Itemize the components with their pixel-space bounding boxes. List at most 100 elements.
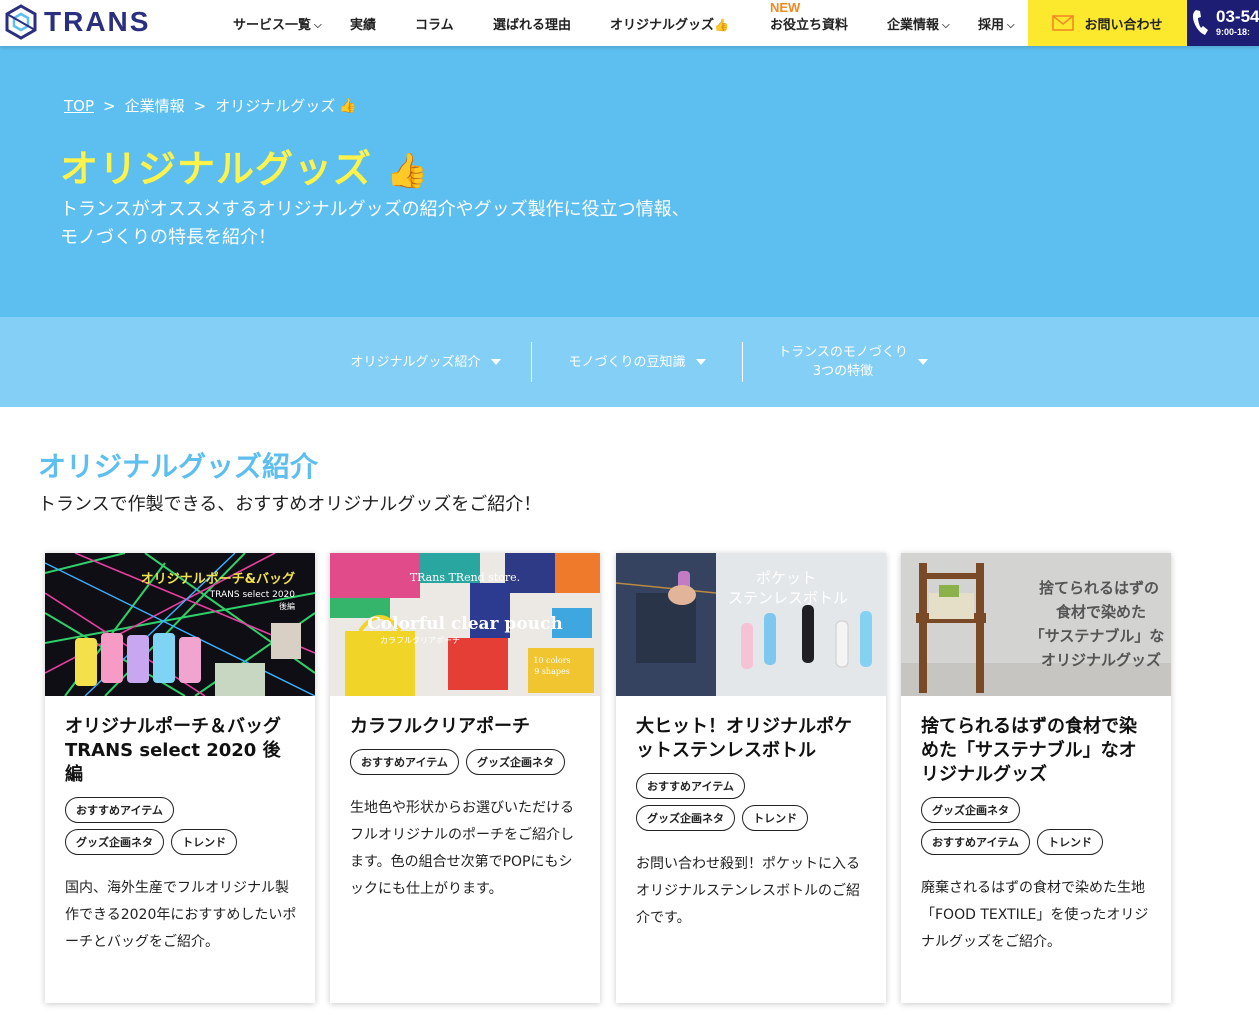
tag-pill[interactable]: トレンド [742,805,809,831]
subnav-label: モノづくりの豆知識 [568,354,686,370]
sustainable-goods-photo: 捨てられるはずの 食材で染めた 「サステナブル」な オリジナルグッズ [901,553,1171,696]
tag-pill[interactable]: おすすめアイテム [65,797,174,823]
subnav-label-line: トランスのモノづくり [778,345,908,360]
phone-hours: 9:00-18: [1216,27,1251,37]
contact-button[interactable]: お問い合わせ [1028,0,1187,46]
image-caption: TRANS select 2020 [209,590,296,600]
phone-icon [1192,10,1208,35]
nav-original-goods-label: オリジナルグッズ [610,18,715,33]
goods-card[interactable]: 捨てられるはずの 食材で染めた 「サステナブル」な オリジナルグッズ 捨てられる… [901,553,1171,1003]
page-title: オリジナルグッズ 👍 [60,138,430,193]
thumbs-up-icon: 👍 [339,97,357,114]
goods-card[interactable]: オリジナルポーチ&バッグ TRANS select 2020 後編 オリジナルポ… [45,553,315,1003]
card-description: 国内、海外生産でフルオリジナル製作できる2020年におすすめしたいポーチとバッグ… [65,880,297,950]
page-description-line: トランスがオススメするオリジナルグッズの紹介やグッズ製作に役立つ情報、 [60,199,690,220]
phone-contact[interactable]: 03-54 9:00-18: [1187,0,1259,46]
nav-reasons-label: 選ばれる理由 [493,18,572,33]
section-subnav: オリジナルグッズ紹介 モノづくりの豆知識 トランスのモノづくり 3つの特徴 [0,317,1259,407]
breadcrumb-separator: > [103,96,116,115]
card-tags: おすすめアイテム グッズ企画ネタ トレンド [65,797,305,861]
card-title: 大ヒット！オリジナルポケットステンレスボトル [636,716,852,761]
card-tags: おすすめアイテム グッズ企画ネタ [350,749,590,781]
tag-pill[interactable]: おすすめアイテム [350,749,459,775]
image-caption: ポケット [756,569,816,587]
pouch-bag-photo: オリジナルポーチ&バッグ TRANS select 2020 後編 [45,553,315,696]
image-caption: TRans TRend store. [410,571,520,584]
nav-column-label: コラム [415,18,454,33]
page-title-text: オリジナルグッズ [60,147,373,191]
pocket-bottle-photo: ポケット ステンレスボトル [616,553,886,696]
tag-pill[interactable]: おすすめアイテム [636,773,745,799]
breadcrumb-separator: > [193,96,207,115]
phone-number: 03-54 [1216,7,1259,26]
nav-recruit-label: 採用 [978,18,1005,33]
card-description: 廃棄されるはずの食材で染めた生地「FOOD TEXTILE」を使ったオリジナルグ… [921,880,1149,950]
tag-pill[interactable]: トレンド [1037,829,1103,855]
image-caption: 「サステナブル」な [1030,627,1165,645]
image-caption: オリジナルグッズ [1041,651,1161,669]
card-description: 生地色や形状からお選びいただけるフルオリジナルのポーチをご紹介します。色の組合せ… [350,800,574,897]
image-caption: カラフルクリアポーチ [380,636,460,645]
breadcrumb-top-link[interactable]: TOP [64,97,94,115]
card-title: 捨てられるはずの食材で染めた「サステナブル」なオリジナルグッズ [921,716,1137,785]
logo-mark-icon [5,4,37,40]
card-title: オリジナルポーチ＆バッグ TRANS select 2020 後編 [65,716,281,785]
mail-icon [1052,15,1075,31]
section-title: オリジナルグッズ紹介 [38,450,319,483]
breadcrumb-company-link[interactable]: 企業情報 [125,95,185,116]
card-thumbnail: オリジナルポーチ&バッグ TRANS select 2020 後編 [45,553,315,696]
clear-pouch-photo: TRans TRend store. Colorful clear pouch … [330,553,600,696]
subnav-tips[interactable]: モノづくりの豆知識 [532,317,742,407]
card-thumbnail: 捨てられるはずの 食材で染めた 「サステナブル」な オリジナルグッズ [901,553,1171,696]
card-description: お問い合わせ殺到！ポケットに入るオリジナルステンレスボトルのご紹介です。 [636,856,860,926]
image-caption: 後編 [279,601,295,611]
card-title: カラフルクリアポーチ [350,716,530,737]
new-badge: NEW [770,0,801,15]
nav-resources[interactable]: お役立ち資料 [770,14,848,33]
image-caption: 10 colors [533,656,570,665]
chevron-down-icon: ⌵ [314,20,322,31]
hero-banner: TOP > 企業情報 > オリジナルグッズ 👍 オリジナルグッズ 👍 トランスが… [0,46,1259,317]
section-subtitle: トランスで作製できる、おすすめオリジナルグッズをご紹介！ [38,494,542,515]
image-caption: Colorful clear pouch [367,614,562,634]
nav-company[interactable]: 企業情報 ⌵ [887,14,950,33]
caret-down-icon [490,359,501,365]
card-tags: おすすめアイテム グッズ企画ネタ トレンド [636,773,876,837]
site-logo[interactable]: TRANS [4,3,150,41]
thumbs-up-icon: 👍 [714,18,729,32]
subnav-features[interactable]: トランスのモノづくり 3つの特徴 [743,317,963,407]
nav-recruit[interactable]: 採用 ⌵ [978,14,1015,33]
tag-pill[interactable]: グッズ企画ネタ [466,749,565,775]
card-thumbnail: ポケット ステンレスボトル [616,553,886,696]
tag-pill[interactable]: グッズ企画ネタ [921,797,1020,823]
contact-button-label: お問い合わせ [1084,17,1163,33]
image-caption: オリジナルポーチ&バッグ [141,571,295,587]
subnav-label: トランスのモノづくり 3つの特徴 [778,343,908,381]
breadcrumb: TOP > 企業情報 > オリジナルグッズ 👍 [64,95,357,116]
nav-reasons[interactable]: 選ばれる理由 [493,14,571,33]
tag-pill[interactable]: おすすめアイテム [921,829,1030,855]
tag-pill[interactable]: グッズ企画ネタ [65,829,164,855]
nav-works[interactable]: 実績 [350,14,376,33]
tag-pill[interactable]: グッズ企画ネタ [636,805,735,831]
subnav-original-goods[interactable]: オリジナルグッズ紹介 [320,317,531,407]
page-description: トランスがオススメするオリジナルグッズの紹介やグッズ製作に役立つ情報、 モノづく… [60,196,690,252]
card-thumbnail: TRans TRend store. Colorful clear pouch … [330,553,600,696]
subnav-label-line: 3つの特徴 [812,364,874,379]
nav-services[interactable]: サービス一覧 ⌵ [233,14,322,33]
logo-text: TRANS [44,6,151,37]
site-header: TRANS サービス一覧 ⌵ 実績 コラム 選ばれる理由 オリジナルグッズ👍 NE… [0,0,1259,46]
breadcrumb-current: オリジナルグッズ [215,97,336,115]
nav-column[interactable]: コラム [415,14,454,33]
chevron-down-icon: ⌵ [942,20,950,31]
image-caption: ステンレスボトル [728,589,848,607]
nav-original-goods[interactable]: オリジナルグッズ👍 [610,14,729,33]
image-caption: 9 shapes [534,667,570,676]
image-caption: 捨てられるはずの [1039,579,1159,597]
page-description-line: モノづくりの特長を紹介！ [60,227,276,248]
card-tags: グッズ企画ネタ おすすめアイテム トレンド [921,797,1161,861]
goods-card[interactable]: ポケット ステンレスボトル 大ヒット！オリジナルポケットステンレスボトル おすす… [616,553,886,1003]
goods-card[interactable]: TRans TRend store. Colorful clear pouch … [330,553,600,1003]
thumbs-up-icon: 👍 [386,151,430,191]
tag-pill[interactable]: トレンド [171,829,238,855]
